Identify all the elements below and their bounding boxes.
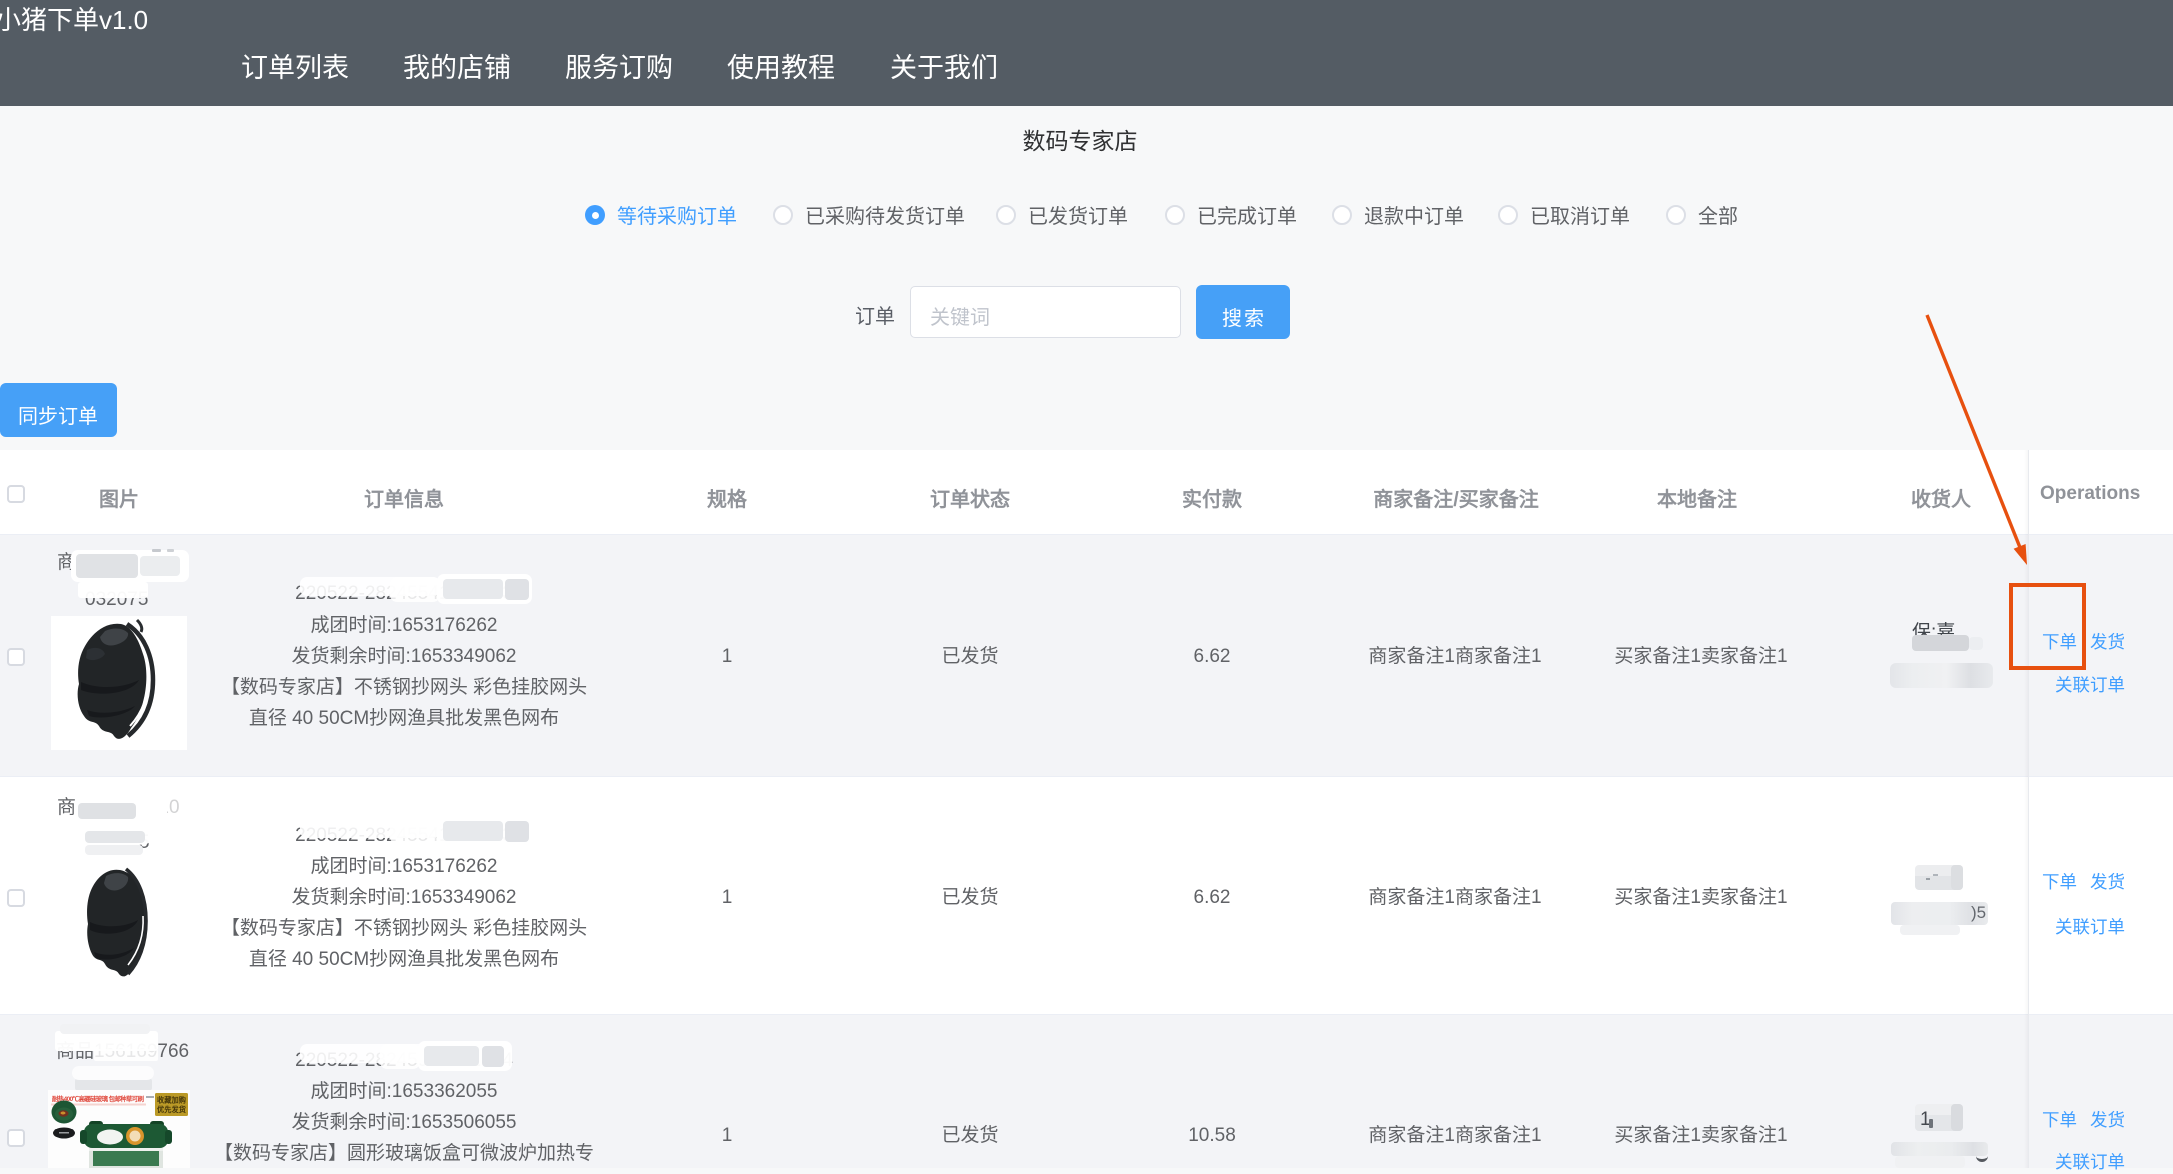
svg-text:优先发货: 优先发货 — [157, 1105, 186, 1114]
svg-text:收藏加购: 收藏加购 — [157, 1096, 186, 1105]
